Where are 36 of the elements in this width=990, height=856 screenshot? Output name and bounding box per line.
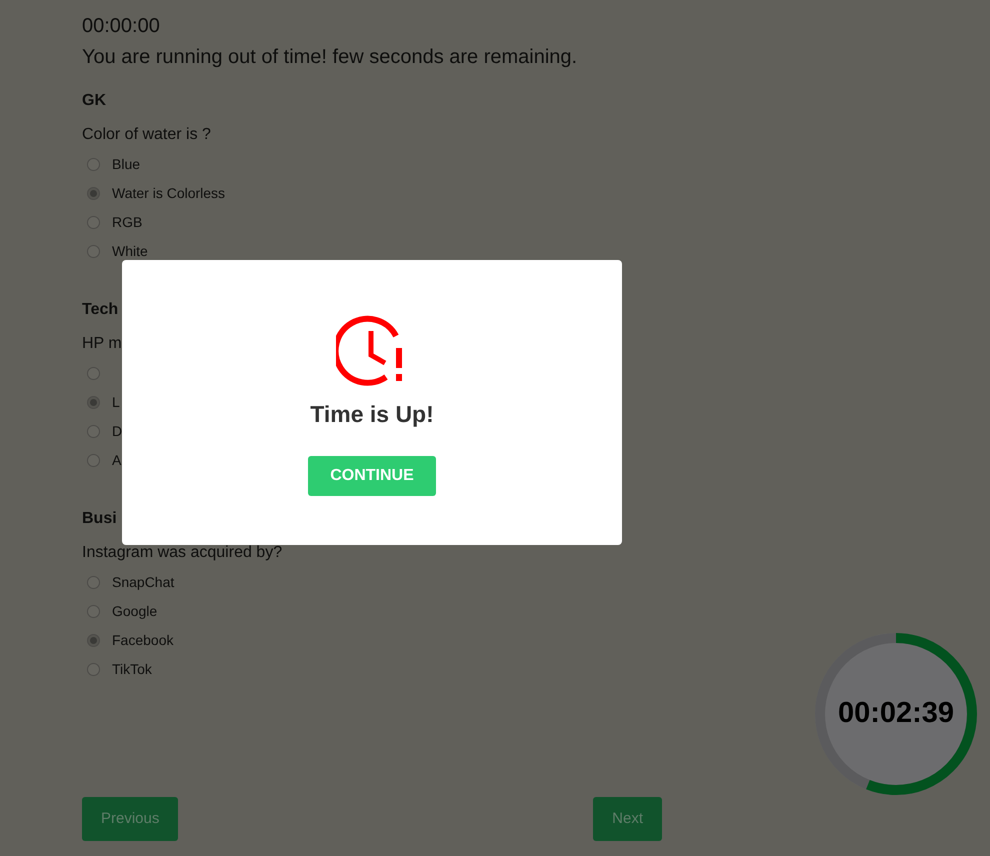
radio-button[interactable] — [87, 244, 100, 258]
option-label[interactable]: Blue — [112, 154, 140, 174]
radio-button[interactable] — [87, 396, 100, 408]
radio-button[interactable] — [87, 662, 100, 676]
radio-button[interactable] — [87, 366, 100, 380]
option-label[interactable]: D — [112, 420, 122, 442]
section-title: GK — [82, 91, 107, 111]
option-label[interactable]: A — [112, 450, 122, 470]
radio-button[interactable] — [87, 454, 100, 466]
radio-button[interactable] — [87, 604, 100, 618]
question-text: HP m — [82, 334, 123, 354]
previous-button[interactable]: Previous — [82, 797, 178, 841]
radio-button[interactable] — [87, 576, 100, 588]
section-title: Tech — [82, 300, 120, 320]
option-label[interactable]: Google — [112, 600, 158, 622]
option-label[interactable]: RGB — [112, 212, 142, 232]
countdown-text: 00:00:00 — [82, 14, 161, 39]
continue-button[interactable]: CONTINUE — [308, 456, 436, 496]
next-button[interactable]: Next — [593, 797, 662, 841]
radio-button[interactable] — [87, 158, 100, 170]
question-text: Instagram was acquired by? — [82, 543, 284, 563]
option-label[interactable]: L — [112, 392, 120, 412]
radio-button[interactable] — [87, 216, 100, 228]
timer-text: 00:02:39 — [836, 696, 956, 732]
option-label[interactable]: White — [112, 240, 148, 262]
radio-button[interactable] — [87, 186, 100, 200]
option-label[interactable]: Facebook — [112, 630, 174, 650]
section-title: Busi — [82, 509, 118, 529]
radio-button[interactable] — [87, 424, 100, 438]
warning-message: You are running out of time! few seconds are remaining. — [82, 45, 578, 70]
option-label[interactable]: SnapChat — [112, 572, 174, 592]
option-label[interactable]: TikTok — [112, 658, 152, 680]
question-text: Color of water is ? — [82, 125, 212, 145]
option-label[interactable]: Water is Colorless — [112, 182, 226, 204]
radio-button[interactable] — [87, 634, 100, 646]
modal-title: Time is Up! — [310, 400, 434, 428]
